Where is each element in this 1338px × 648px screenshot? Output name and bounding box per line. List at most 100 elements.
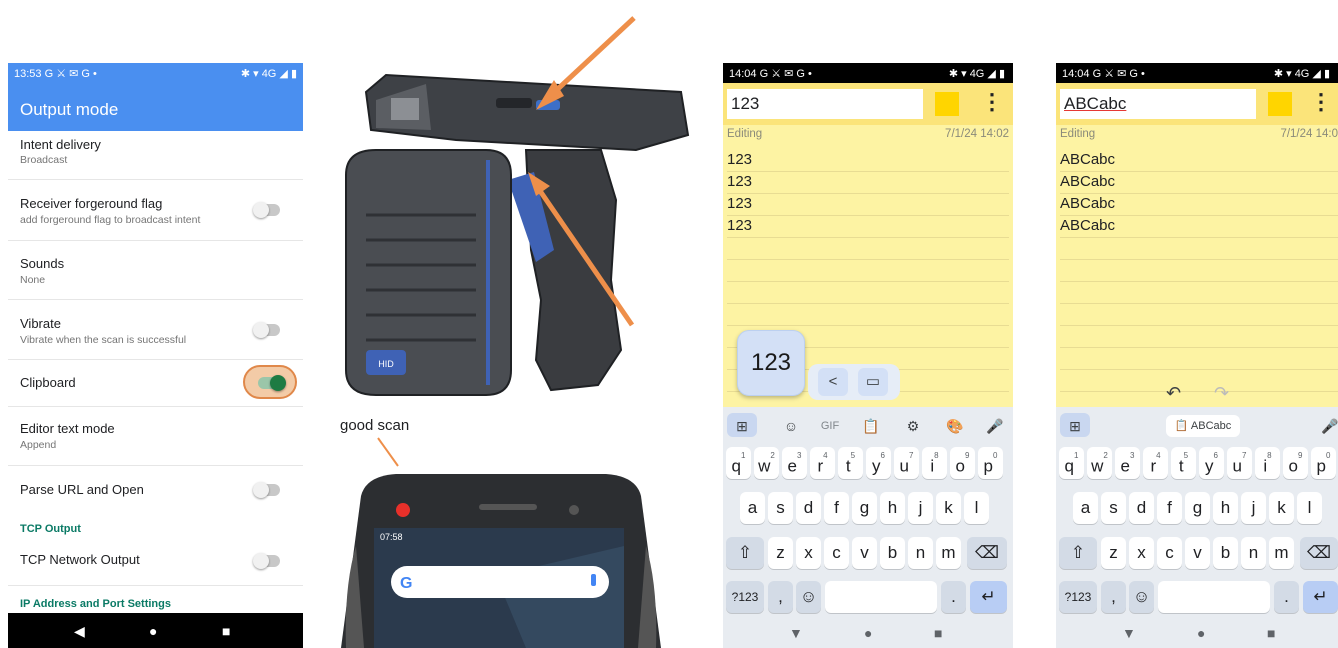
clipboard-suggestion-chip[interactable]: 📋 ABCabc [1166,415,1240,437]
key-a[interactable]: a [740,492,765,524]
apps-grid-icon[interactable]: ⊞ [727,413,757,437]
key-l[interactable]: l [1297,492,1322,524]
setting-tcp-network[interactable]: TCP Network Output [8,537,303,586]
backspace-key[interactable]: ⌫ [1300,537,1338,569]
key-t[interactable]: t5 [838,447,863,479]
apps-grid-icon[interactable]: ⊞ [1060,413,1090,437]
home-button[interactable]: ● [1197,625,1205,641]
key-q[interactable]: q1 [726,447,751,479]
key-z[interactable]: z [768,537,793,569]
key-f[interactable]: f [824,492,849,524]
key-j[interactable]: j [908,492,933,524]
sticker-icon[interactable]: ☺ [779,413,803,439]
parse-url-toggle[interactable] [253,482,280,498]
key-j[interactable]: j [1241,492,1266,524]
key-i[interactable]: i8 [922,447,947,479]
theme-icon[interactable]: 🎨 [943,413,967,439]
recents-button[interactable]: ■ [934,625,942,641]
key-e[interactable]: e3 [782,447,807,479]
key-o[interactable]: o9 [1283,447,1308,479]
share-icon[interactable]: < [818,368,848,396]
setting-clipboard[interactable]: Clipboard [8,360,303,407]
enter-key[interactable]: ↵ [1303,581,1338,613]
clipboard-preview[interactable]: 123 [737,330,805,396]
gif-button[interactable]: GIF [815,413,845,439]
more-menu-icon[interactable]: ⋮ [981,89,1003,115]
shift-key[interactable]: ⇧ [1059,537,1097,569]
enter-key[interactable]: ↵ [970,581,1007,613]
key-m[interactable]: m [1269,537,1294,569]
hide-keyboard-button[interactable]: ▼ [789,625,803,641]
key-w[interactable]: w2 [1087,447,1112,479]
mic-icon[interactable]: 🎤 [983,413,1007,439]
key-u[interactable]: u7 [1227,447,1252,479]
setting-receiver-flag[interactable]: Receiver forgeround flag add forgeround … [8,180,303,241]
key-p[interactable]: p0 [978,447,1003,479]
tcp-network-toggle[interactable] [253,553,280,569]
key-u[interactable]: u7 [894,447,919,479]
key-d[interactable]: d [796,492,821,524]
period-key[interactable]: . [941,581,966,613]
key-n[interactable]: n [1241,537,1266,569]
key-g[interactable]: g [852,492,877,524]
key-z[interactable]: z [1101,537,1126,569]
clipboard-icon[interactable]: 📋 [859,413,883,439]
key-h[interactable]: h [880,492,905,524]
key-x[interactable]: x [1129,537,1154,569]
home-button[interactable]: ● [149,623,157,639]
key-m[interactable]: m [936,537,961,569]
setting-editor-text-mode[interactable]: Editor text mode Append [8,407,303,466]
symbols-key[interactable]: ?123 [1059,581,1097,613]
space-key[interactable] [1158,581,1270,613]
vibrate-toggle[interactable] [253,322,280,338]
key-k[interactable]: k [936,492,961,524]
key-s[interactable]: s [1101,492,1126,524]
space-key[interactable] [825,581,937,613]
key-l[interactable]: l [964,492,989,524]
key-x[interactable]: x [796,537,821,569]
key-e[interactable]: e3 [1115,447,1140,479]
back-button[interactable]: ◀ [74,623,85,640]
key-n[interactable]: n [908,537,933,569]
key-g[interactable]: g [1185,492,1210,524]
emoji-key[interactable]: ☺ [796,581,821,613]
setting-parse-url[interactable]: Parse URL and Open [8,466,303,514]
comma-key[interactable]: , [1101,581,1126,613]
key-c[interactable]: c [824,537,849,569]
emoji-key[interactable]: ☺ [1129,581,1154,613]
key-a[interactable]: a [1073,492,1098,524]
key-q[interactable]: q1 [1059,447,1084,479]
key-b[interactable]: b [880,537,905,569]
key-p[interactable]: p0 [1311,447,1336,479]
color-swatch[interactable] [1268,92,1292,116]
comma-key[interactable]: , [768,581,793,613]
key-v[interactable]: v [1185,537,1210,569]
key-i[interactable]: i8 [1255,447,1280,479]
key-c[interactable]: c [1157,537,1182,569]
key-v[interactable]: v [852,537,877,569]
note-body[interactable]: ABCabc ABCabc ABCabc ABCabc [1060,150,1338,392]
key-o[interactable]: o9 [950,447,975,479]
key-s[interactable]: s [768,492,793,524]
setting-sounds[interactable]: Sounds None [8,241,303,300]
home-button[interactable]: ● [864,625,872,641]
key-t[interactable]: t5 [1171,447,1196,479]
key-h[interactable]: h [1213,492,1238,524]
setting-vibrate[interactable]: Vibrate Vibrate when the scan is success… [8,300,303,360]
hide-keyboard-button[interactable]: ▼ [1122,625,1136,641]
more-menu-icon[interactable]: ⋮ [1310,89,1332,115]
send-to-device-icon[interactable]: ▭ [858,368,888,396]
clipboard-toggle[interactable] [258,375,286,391]
recents-button[interactable]: ■ [1267,625,1275,641]
note-title-input[interactable]: ABCabc [1060,89,1256,119]
key-b[interactable]: b [1213,537,1238,569]
backspace-key[interactable]: ⌫ [967,537,1007,569]
note-title-input[interactable]: 123 [727,89,923,119]
mic-icon[interactable]: 🎤 [1318,413,1338,439]
key-y[interactable]: y6 [866,447,891,479]
key-y[interactable]: y6 [1199,447,1224,479]
key-w[interactable]: w2 [754,447,779,479]
recents-button[interactable]: ■ [222,623,230,639]
color-swatch[interactable] [935,92,959,116]
key-r[interactable]: r4 [1143,447,1168,479]
